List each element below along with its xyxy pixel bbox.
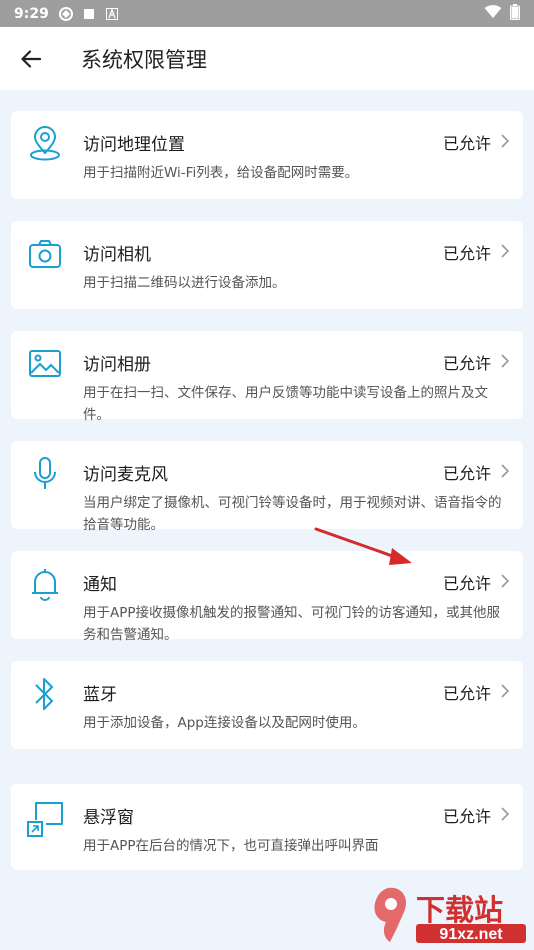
watermark-text: 下载站	[416, 894, 503, 927]
watermark-logo: 下载站 91xz.net	[366, 884, 530, 946]
watermark-domain: 91xz.net	[439, 926, 503, 943]
annotation-arrow	[314, 527, 412, 565]
